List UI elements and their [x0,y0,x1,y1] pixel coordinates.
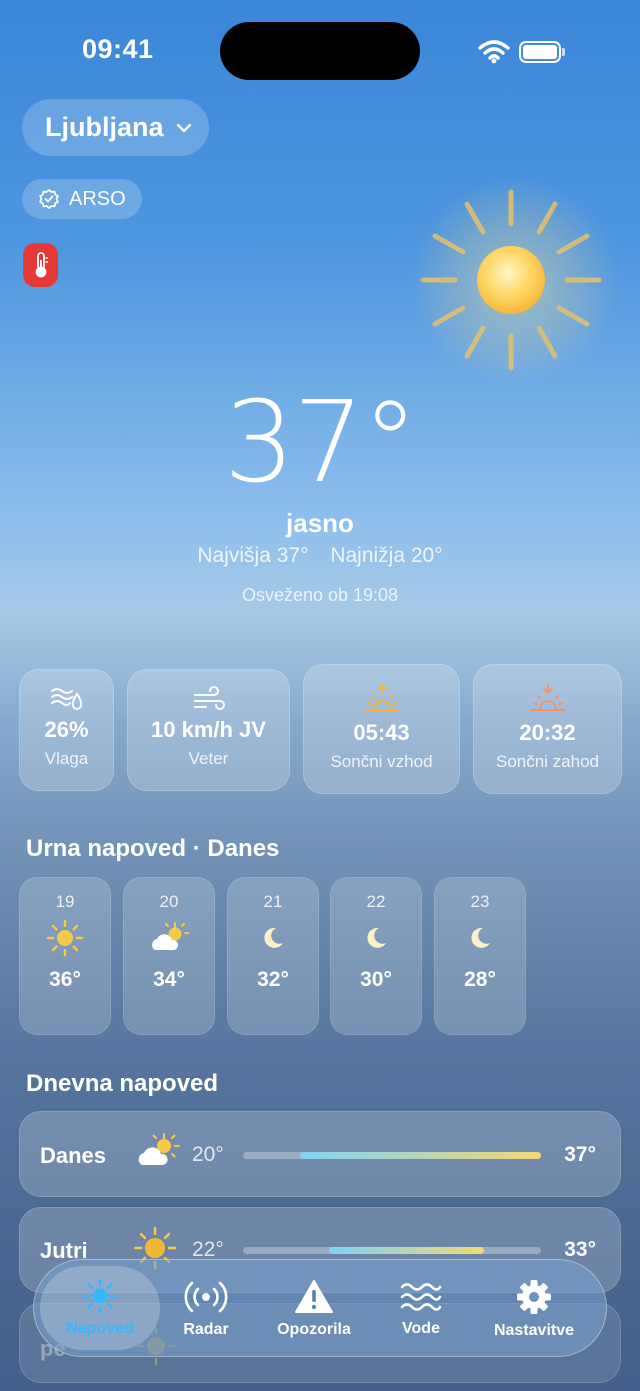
hour-card[interactable]: 19 36° [19,877,111,1035]
tab-label: Napoved [66,1320,134,1337]
hour-card[interactable]: 22 30° [330,877,422,1035]
sunrise-icon [363,684,400,711]
temp-range-track [243,1152,541,1159]
tab-opozorila[interactable]: Opozorila [266,1260,362,1358]
low-temp: Najnižja 20° [330,544,443,567]
tab-radar[interactable]: Radar [168,1260,244,1358]
hour-card[interactable]: 21 32° [227,877,319,1035]
sunrise-value: 05:43 [353,720,410,745]
partly-cloudy-icon [152,922,189,950]
wind-icon [193,686,225,710]
tab-bar: Napoved Radar Opozorila Vode Nastavitve [33,1259,607,1357]
thermometer-icon [35,252,48,278]
humidity-icon [50,688,82,710]
waves-icon [400,1283,442,1311]
current-temperature: 37° [223,378,419,508]
hour-label: 23 [470,892,490,911]
day-low: 20° [192,1143,224,1166]
city-name: Ljubljana [45,112,164,142]
stat-card-sunrise[interactable]: 05:43 Sončni vzhod [303,664,460,794]
stat-card-sunset[interactable]: 20:32 Sončni zahod [473,664,622,794]
moon-icon [264,927,283,948]
temp-range-bar [299,1152,541,1159]
status-time: 09:41 [82,34,154,64]
heat-alert-button[interactable] [23,243,58,287]
hour-label: 19 [55,892,75,911]
current-condition: jasno [286,508,354,538]
source-name: ARSO [69,187,126,210]
verified-icon [39,189,59,209]
sunset-label: Sončni zahod [495,752,600,771]
high-low: Najvišja 37° Najnižja 20° [0,544,640,568]
wind-value: 10 km/h JV [151,717,266,742]
hourly-title: Urna napoved · Danes [26,835,280,862]
last-updated: Osveženo ob 19:08 [241,585,399,605]
battery-tip [562,48,565,56]
temp-range-bar [329,1247,485,1254]
day-name: Danes [40,1143,107,1168]
wifi-icon [478,40,510,64]
hour-card[interactable]: 20 34° [123,877,215,1035]
sunrise-label: Sončni vzhod [330,752,433,771]
hour-label: 21 [263,892,283,911]
battery-icon [519,41,561,63]
stat-card-humidity[interactable]: 26% Vlaga [19,669,114,791]
day-high: 37° [564,1143,596,1166]
humidity-value: 26% [44,717,89,742]
high-temp: Najvišja 37° [197,544,309,567]
tab-label: Radar [183,1321,229,1338]
hour-temp: 32° [257,968,289,991]
sunset-icon [529,684,566,711]
tab-napoved[interactable]: Napoved [40,1266,160,1350]
day-row-today[interactable]: Danes 20° 37° [19,1111,621,1197]
hour-temp: 30° [360,968,392,991]
temp-range-track [243,1247,541,1254]
moon-icon [367,927,386,948]
hour-temp: 34° [153,968,185,991]
tab-label: Opozorila [277,1321,351,1338]
humidity-label: Vlaga [44,749,89,768]
tab-vode[interactable]: Vode [386,1260,456,1358]
partly-cloudy-icon [138,1133,180,1165]
radar-icon [184,1281,228,1313]
chevron-down-icon [176,123,191,132]
hour-label: 20 [159,892,179,911]
hour-temp: 36° [49,968,81,991]
hour-temp: 28° [464,968,496,991]
moon-icon [471,927,490,948]
sunset-value: 20:32 [519,720,576,745]
tab-nastavitve[interactable]: Nastavitve [482,1260,586,1358]
sun-icon [82,1278,118,1314]
tab-label: Nastavitve [493,1322,575,1339]
dynamic-island [220,22,420,80]
wind-label: Veter [188,749,229,768]
warning-icon [295,1280,333,1313]
day-high: 33° [564,1238,596,1261]
city-selector[interactable]: Ljubljana [22,99,209,156]
tab-label: Vode [402,1320,440,1337]
daily-title: Dnevna napoved [26,1070,219,1097]
stat-card-wind[interactable]: 10 km/h JV Veter [127,669,290,791]
hour-card[interactable]: 23 28° [434,877,526,1035]
sun-icon [420,189,602,371]
sun-icon [46,919,84,957]
data-source-badge[interactable]: ARSO [22,179,142,219]
gear-icon [517,1280,551,1314]
hour-label: 22 [366,892,386,911]
